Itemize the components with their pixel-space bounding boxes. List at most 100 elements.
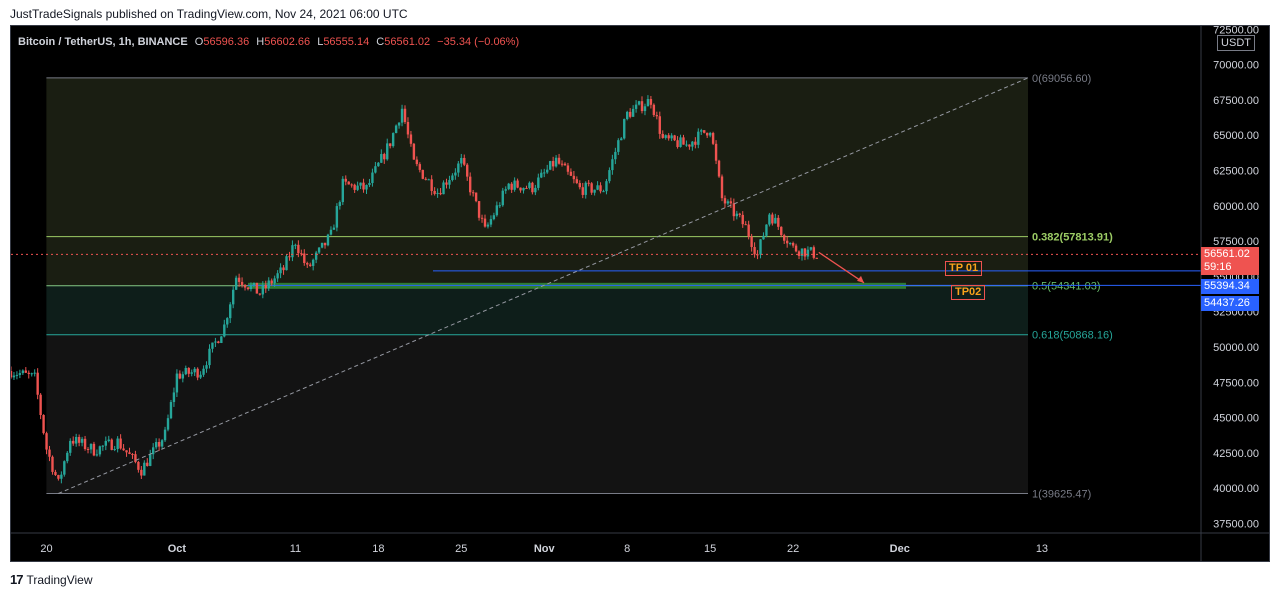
candle-body [700,130,703,132]
candle-body [166,418,170,430]
candle-body [623,119,626,139]
candle-body [483,218,487,227]
candle-body [685,144,688,146]
candle-body [424,178,427,180]
candle-body [608,170,611,182]
candle-body [691,141,694,147]
candle-body [400,108,404,123]
candle-body [531,182,534,193]
price-tick-label: 47500.00 [1213,377,1259,389]
footer-brand[interactable]: 17 TradingView [10,572,93,587]
time-tick-label: Oct [168,543,187,555]
time-tick-label: 13 [1036,543,1048,555]
candle-body [694,141,697,145]
candle-body [480,217,484,219]
candle-body [205,365,208,369]
candle-body [309,264,312,266]
candle-body [397,122,401,126]
candle-body [584,182,587,195]
fib-level-label: 0.618(50868.16) [1032,330,1113,342]
candle-body [777,217,780,227]
candle-body [667,135,670,139]
candle-body [646,99,650,107]
candle-body [246,287,250,290]
candle-body [815,257,818,259]
change-value: −35.34 (−0.06%) [437,36,520,48]
candle-body [54,471,57,476]
candle-body [350,184,353,186]
candle-body [421,169,424,179]
candle-body [477,201,481,218]
candle-body [489,219,493,225]
candle-body [137,461,140,470]
candle-body [264,284,267,289]
candle-body [670,135,673,139]
candle-body [30,373,33,375]
tp1-label[interactable]: TP 01 [945,261,983,276]
currency-button[interactable]: USDT [1217,35,1255,51]
price-tick-label: 40000.00 [1213,483,1259,495]
candle-body [104,440,107,446]
candle-body [572,175,576,180]
candle-body [323,242,327,246]
candle-body [252,282,256,286]
fib-zone-0.5 [46,285,1028,335]
candle-body [208,348,211,366]
candle-body [501,190,504,206]
candle-body [688,144,691,147]
candle-body [107,439,110,441]
candle-body [673,135,676,141]
price-tick-label: 37500.00 [1213,519,1259,531]
candle-body [803,248,807,257]
tp2-label[interactable]: TP02 [951,285,986,300]
candle-body [463,157,466,165]
candle-body [640,101,644,112]
price-tick-label: 42500.00 [1213,448,1259,460]
candle-body [326,234,330,246]
candle-body [548,161,552,170]
candle-body [110,439,113,450]
candle-body [637,101,641,105]
candle-body [759,239,762,255]
candle-body [344,178,347,182]
price-tick-label: 50000.00 [1213,342,1259,354]
candle-body [258,293,262,295]
candle-body [537,177,540,188]
candle-body [347,181,350,185]
chart-panel[interactable]: 0(69056.60) 0.382(57813.91) 0.5(54341.03) 0… [10,25,1270,562]
candle-body [18,373,22,375]
candle-body [229,304,232,319]
candle-body [643,106,647,112]
candle-body [762,235,765,240]
candle-body [495,205,499,216]
candle-body [566,165,570,172]
candle-body [708,132,712,136]
candle-body [551,161,555,167]
price-tick-label: 65000.00 [1213,130,1259,142]
candle-body [720,176,724,199]
candle-body [113,448,116,450]
time-tick-label: Nov [534,543,556,555]
candle-body [617,140,620,152]
candle-body [427,179,430,181]
candle-body [448,180,451,185]
candle-body [33,372,36,374]
candle-body [466,164,469,177]
candle-body [717,160,721,177]
candle-body [89,443,93,450]
candle-body [753,247,756,255]
candle-body [575,179,579,184]
price-chart[interactable]: 0(69056.60) 0.382(57813.91) 0.5(54341.03) 0… [11,26,1269,561]
candle-body [797,251,801,256]
candle-body [738,213,741,215]
fib-level-label: 0.382(57813.91) [1032,232,1113,244]
symbol-title[interactable]: Bitcoin / TetherUS, 1h, BINANCE [18,36,188,48]
candle-body [652,104,656,116]
candle-body [525,187,528,189]
candle-body [72,440,75,444]
price-tick-label: 70000.00 [1213,60,1259,72]
candle-body [36,372,39,395]
candle-body [679,137,682,147]
candle-body [311,259,315,266]
candle-body [172,392,176,403]
